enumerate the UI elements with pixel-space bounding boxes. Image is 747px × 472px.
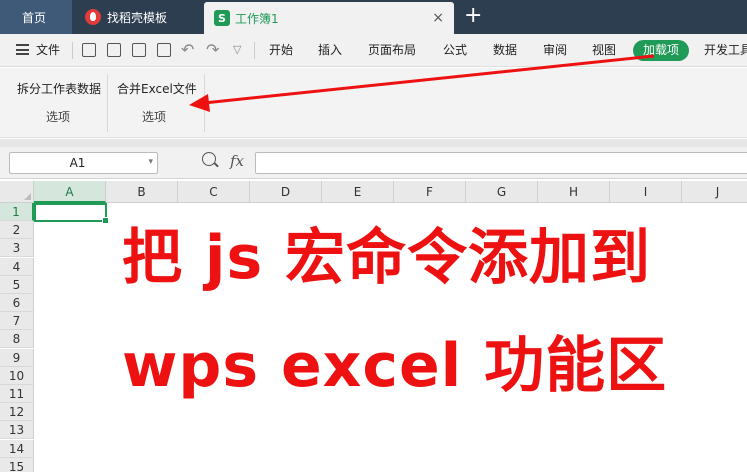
menu-view[interactable]: 视图 xyxy=(592,34,616,67)
row-header-5[interactable]: 5 xyxy=(0,275,34,294)
tab-template[interactable]: 找稻壳模板 xyxy=(75,0,203,34)
menu-insert[interactable]: 插入 xyxy=(318,34,342,67)
menu-bar: 文件 ↶ ↷ ▽ 开始 插入 页面布局 公式 数据 审阅 视图 加载项 开发工具 xyxy=(0,34,747,67)
column-header-g[interactable]: G xyxy=(466,181,538,203)
save-icon[interactable] xyxy=(82,43,96,57)
row-header-8[interactable]: 8 xyxy=(0,330,34,349)
undo-icon[interactable]: ↶ xyxy=(181,40,194,60)
split-worksheet-button[interactable]: 拆分工作表数据 xyxy=(17,80,101,97)
row-header-7[interactable]: 7 xyxy=(0,312,34,331)
row-header-6[interactable]: 6 xyxy=(0,294,34,312)
column-header-d[interactable]: D xyxy=(250,181,322,203)
select-all-corner[interactable] xyxy=(0,181,34,203)
overlay-title-line-1: 把 js 宏命令添加到 xyxy=(122,223,652,293)
export-pdf-icon[interactable] xyxy=(107,43,121,57)
tab-template-label: 找稻壳模板 xyxy=(107,10,168,25)
active-cell[interactable] xyxy=(34,203,109,224)
menu-page-layout[interactable]: 页面布局 xyxy=(368,34,416,67)
column-header-b[interactable]: B xyxy=(106,181,178,203)
formula-input[interactable] xyxy=(255,152,747,174)
row-header-15[interactable]: 15 xyxy=(0,457,34,472)
row-header-4[interactable]: 4 xyxy=(0,257,34,276)
column-header-f[interactable]: F xyxy=(394,181,466,203)
divider xyxy=(72,42,73,59)
docer-logo-icon xyxy=(85,9,101,25)
tab-workbook[interactable]: S 工作簿1 × xyxy=(204,2,454,34)
merge-excel-button[interactable]: 合并Excel文件 xyxy=(117,80,197,97)
ribbon-group-label: 选项 xyxy=(46,110,71,124)
menu-file[interactable]: 文件 xyxy=(36,34,60,67)
divider xyxy=(107,74,108,132)
menu-developer-tools[interactable]: 开发工具 xyxy=(704,34,747,67)
menu-formulas[interactable]: 公式 xyxy=(443,34,467,67)
column-header-c[interactable]: C xyxy=(178,181,250,203)
ribbon-group-label: 选项 xyxy=(142,110,167,124)
column-header-j[interactable]: J xyxy=(682,181,747,203)
fx-icon[interactable]: fx xyxy=(230,152,244,170)
menu-data[interactable]: 数据 xyxy=(493,34,517,67)
tab-home[interactable]: 首页 xyxy=(0,0,72,34)
name-box-value: A1 xyxy=(69,156,86,170)
tab-bar: 首页 找稻壳模板 S 工作簿1 × + xyxy=(0,0,747,34)
row-header-9[interactable]: 9 xyxy=(0,348,34,367)
column-header-a[interactable]: A xyxy=(34,181,106,203)
ribbon: 拆分工作表数据 选项 合并Excel文件 选项 xyxy=(0,68,747,138)
tab-home-label: 首页 xyxy=(22,10,47,25)
hamburger-icon[interactable] xyxy=(16,44,29,55)
print-icon[interactable] xyxy=(132,43,146,57)
new-tab-button[interactable]: + xyxy=(464,4,482,28)
menu-addons[interactable]: 加载项 xyxy=(633,40,689,61)
row-header-12[interactable]: 12 xyxy=(0,403,34,422)
divider xyxy=(204,74,205,132)
overlay-title-line-2: wps excel 功能区 xyxy=(122,331,668,401)
name-box[interactable]: A1 ▾ xyxy=(9,152,158,174)
tab-workbook-label: 工作簿1 xyxy=(235,11,279,26)
menu-review[interactable]: 审阅 xyxy=(543,34,567,67)
row-header-2[interactable]: 2 xyxy=(0,221,34,240)
row-header-14[interactable]: 14 xyxy=(0,439,34,458)
redo-icon[interactable]: ↷ xyxy=(206,40,219,60)
ribbon-divider-strip xyxy=(0,139,747,147)
column-header-e[interactable]: E xyxy=(322,181,394,203)
spreadsheet-icon: S xyxy=(214,10,230,26)
menu-start[interactable]: 开始 xyxy=(269,34,293,67)
row-header-13[interactable]: 13 xyxy=(0,421,34,440)
row-header-1[interactable]: 1 xyxy=(0,203,34,221)
formula-bar: A1 ▾ fx xyxy=(0,147,747,179)
column-header-h[interactable]: H xyxy=(538,181,610,203)
customize-dropdown-icon[interactable]: ▽ xyxy=(233,40,241,60)
divider xyxy=(254,42,255,59)
row-header-10[interactable]: 10 xyxy=(0,366,34,385)
close-icon[interactable]: × xyxy=(432,10,444,26)
column-header-i[interactable]: I xyxy=(610,181,682,203)
print-preview-icon[interactable] xyxy=(157,43,171,57)
zoom-icon[interactable] xyxy=(202,152,216,166)
row-header-3[interactable]: 3 xyxy=(0,239,34,258)
chevron-down-icon[interactable]: ▾ xyxy=(148,157,153,167)
row-header-11[interactable]: 11 xyxy=(0,385,34,403)
